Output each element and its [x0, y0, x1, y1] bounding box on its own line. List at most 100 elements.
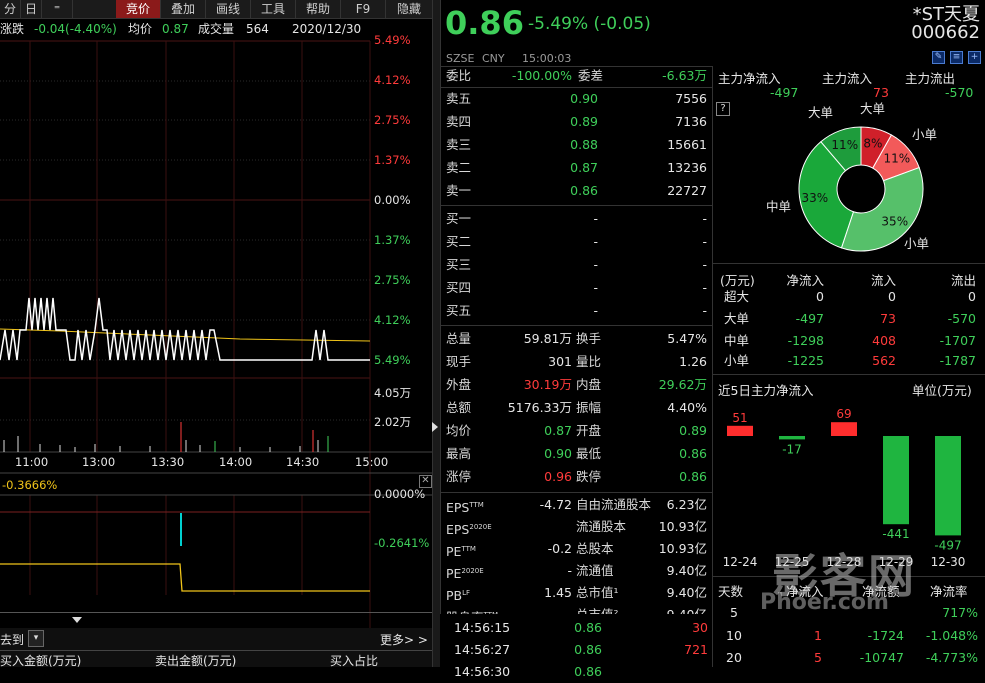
time-label: 11:00 — [15, 455, 49, 469]
five-day-bar — [779, 436, 805, 440]
flow-row-out: -1707 — [939, 333, 976, 348]
toolbar-tools-button[interactable]: 工具 — [251, 0, 296, 18]
close-icon[interactable]: ✕ — [419, 475, 432, 488]
axis-label-zero: 0.00% — [374, 193, 411, 207]
goto-dropdown-icon[interactable]: ▾ — [28, 630, 44, 647]
flow-row-net: 0 — [816, 289, 824, 304]
stat-value: 0.89 — [679, 423, 707, 438]
collapse-arrow-icon[interactable] — [72, 617, 82, 623]
buy-level-price: - — [593, 211, 598, 226]
volume-axis-label-1: 4.05万 — [374, 386, 412, 400]
days-row-n: 5 — [814, 650, 822, 665]
buy-level-price: - — [593, 257, 598, 272]
flow-row-net: -1298 — [787, 333, 824, 348]
stat-label: 均价 — [446, 423, 472, 438]
fund-label-text: EPS — [446, 522, 470, 538]
tick-list[interactable]: 14:56:15 0.86 30 14:56:27 0.86 721 14:56… — [440, 614, 712, 679]
stat-label: 涨停 — [446, 469, 472, 484]
toolbar-f9-button[interactable]: F9 — [341, 0, 386, 18]
buy-level-label: 买五 — [446, 303, 472, 318]
days-header: 天数 — [718, 584, 744, 599]
more-link[interactable]: 更多> > — [380, 631, 428, 648]
fund-label-2: 总股本 — [576, 541, 614, 556]
stat-value: 0.86 — [679, 446, 707, 461]
toolbar-dropdown[interactable]: ⁼ — [42, 0, 73, 18]
exchange-label: SZSE — [446, 52, 475, 65]
tick-price: 0.86 — [574, 642, 602, 657]
pie-slice-label: 33% — [802, 191, 829, 205]
sell-level-label: 卖五 — [446, 91, 472, 106]
stat-value: 0.87 — [544, 423, 572, 438]
axis-label-up-5: 5.49% — [374, 33, 411, 47]
days-row-d: 5 — [730, 605, 738, 620]
change-label: 涨跌 — [0, 22, 25, 36]
time-label: 13:00 — [82, 455, 116, 469]
fund-value: -0.2 — [547, 541, 572, 556]
fund-value-2: 9.40亿 — [666, 585, 707, 600]
tick-time: 14:56:30 — [454, 664, 511, 679]
expand-arrow-icon[interactable] — [432, 422, 438, 432]
toolbar-draw-button[interactable]: 画线 — [206, 0, 251, 18]
tick-price: 0.86 — [574, 620, 602, 635]
list-icon[interactable]: ≡ — [950, 51, 963, 64]
toolbar-overlay-button[interactable]: 叠加 — [161, 0, 206, 18]
axis-label-down-3: 4.12% — [374, 313, 411, 327]
time-label: 14:30 — [286, 455, 320, 469]
axis-label-down-2: 2.75% — [374, 273, 411, 287]
buy-level-label: 买二 — [446, 234, 472, 249]
stat-value: 0.96 — [544, 469, 572, 484]
axis-label-up-2: 1.37% — [374, 153, 411, 167]
flow-row-label: 超大 — [724, 289, 750, 304]
fund-value-2: 9.40亿 — [666, 563, 707, 578]
add-icon[interactable]: + — [968, 51, 981, 64]
volume-axis-label-2: 2.02万 — [374, 415, 412, 429]
pie-slice-label: 35% — [881, 215, 908, 229]
toolbar-day-tab[interactable]: 日 — [21, 0, 42, 18]
intraday-chart[interactable] — [0, 40, 432, 667]
stock-code: 000662 — [911, 22, 980, 43]
chart-info-bar: 涨跌 -0.04(-4.40%) 均价 0.87 成交量 564 2020/12… — [0, 19, 370, 39]
stat-value: 301 — [548, 354, 572, 369]
panel-splitter[interactable] — [432, 0, 441, 667]
five-day-bar-label: 69 — [836, 407, 851, 421]
five-day-date-label: 12-24 — [723, 555, 758, 569]
fund-label: EPS2020E — [446, 516, 492, 538]
stat-label: 量比 — [576, 354, 602, 369]
axis-label-up-3: 2.75% — [374, 113, 411, 127]
days-row-amt: -1724 — [867, 628, 904, 643]
toolbar-minute-tab[interactable]: 分 — [0, 0, 21, 18]
sell-level-price: 0.88 — [570, 137, 598, 152]
buy-level-label: 买一 — [446, 211, 472, 226]
stat-value: 0.86 — [679, 469, 707, 484]
stat-label: 总额 — [446, 400, 472, 415]
time-label: 14:00 — [219, 455, 253, 469]
goto-label: 去到 — [0, 633, 25, 647]
watermark-domain: Phoer.com — [760, 590, 889, 615]
edit-icon[interactable]: ✎ — [932, 51, 945, 64]
fund-label-2: 总市值¹ — [576, 585, 619, 600]
avg-label: 均价 — [128, 22, 153, 36]
fund-label-2: 流通值 — [576, 563, 614, 578]
stat-label: 总量 — [446, 331, 472, 346]
tick-time: 14:56:27 — [454, 642, 511, 657]
toolbar-hide-button[interactable]: 隐藏 — [386, 0, 433, 18]
stat-value: 4.40% — [667, 400, 707, 415]
fund-label: PE2020E — [446, 560, 484, 582]
five-day-bar-label: -497 — [934, 538, 961, 552]
flow-row-label: 小单 — [724, 353, 750, 368]
pie-label-mid: 中单 — [766, 199, 792, 214]
fund-label-text: EPS — [446, 500, 470, 516]
stat-label: 外盘 — [446, 377, 472, 392]
flow-row-in: 0 — [888, 289, 896, 304]
stat-value: 5.47% — [667, 331, 707, 346]
avg-value: 0.87 — [162, 22, 189, 36]
flow-row-out: -570 — [947, 311, 976, 326]
five-day-bar — [831, 422, 857, 436]
pie-label-big-in: 大单 — [860, 101, 886, 116]
toolbar-help-button[interactable]: 帮助 — [296, 0, 341, 18]
five-day-bar-label: -17 — [782, 442, 802, 456]
toolbar-auction-tab[interactable]: 竞价 — [116, 0, 161, 18]
pie-slice-label: 11% — [883, 152, 910, 166]
change-value: -0.04(-4.40%) — [34, 22, 117, 36]
axis-label-up-4: 4.12% — [374, 73, 411, 87]
